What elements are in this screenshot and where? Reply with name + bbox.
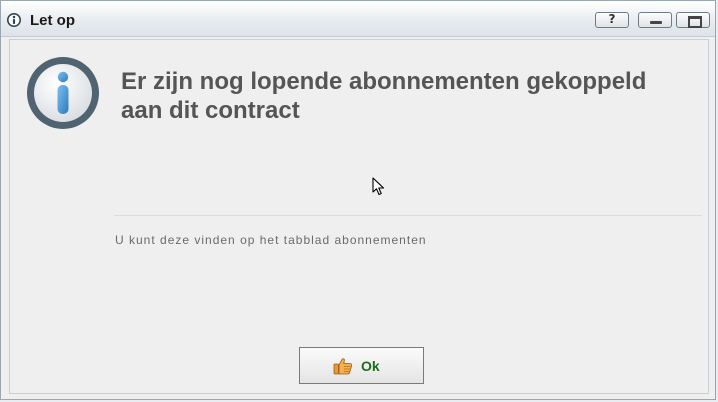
help-button[interactable]: ? — [595, 12, 629, 28]
ok-button-label: Ok — [361, 358, 380, 374]
title-bar[interactable]: Let op ? — [1, 1, 715, 37]
dialog-window: Let op ? Er zijn nog lopende abonnemente… — [0, 0, 716, 400]
divider — [114, 215, 702, 216]
info-icon — [7, 13, 21, 27]
thumbs-up-icon — [333, 358, 353, 375]
mouse-cursor-icon — [372, 177, 385, 196]
info-icon — [27, 57, 99, 129]
message-headline: Er zijn nog lopende abonnementen gekoppe… — [121, 67, 681, 125]
window-title: Let op — [30, 12, 75, 29]
maximize-button[interactable] — [676, 12, 710, 28]
headline-line-1: Er zijn nog lopende abonnementen gekoppe… — [121, 68, 647, 95]
help-icon: ? — [608, 12, 616, 26]
headline-line-2: aan dit contract — [121, 97, 300, 124]
maximize-icon — [688, 16, 702, 28]
dialog-content: Er zijn nog lopende abonnementen gekoppe… — [9, 39, 709, 394]
minimize-button[interactable] — [638, 12, 672, 28]
ok-button[interactable]: Ok — [299, 347, 424, 384]
minimize-icon — [650, 21, 662, 24]
message-detail: U kunt deze vinden op het tabblad abonne… — [115, 233, 427, 247]
